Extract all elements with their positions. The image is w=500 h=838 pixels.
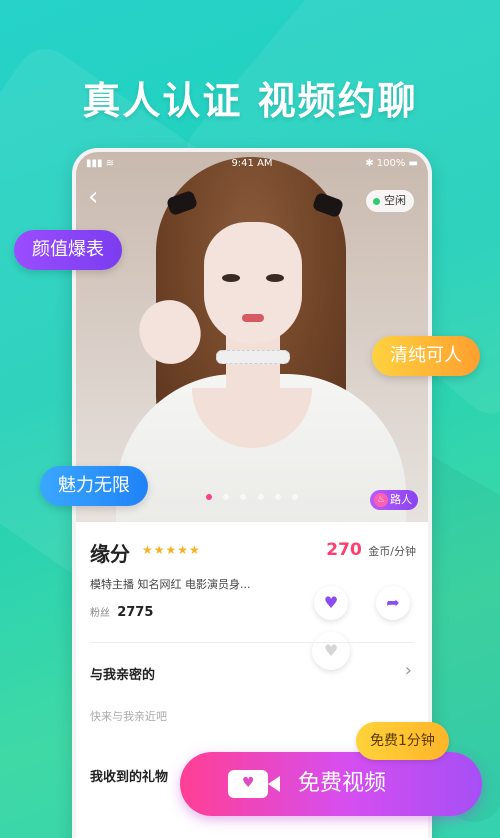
chevron-right-icon[interactable]: › (405, 660, 412, 681)
back-button[interactable]: ‹ (88, 184, 114, 210)
online-dot-icon (373, 198, 380, 205)
heart-icon: ♥ (242, 775, 255, 791)
share-button[interactable]: ➦ (376, 586, 410, 620)
price-unit: 金币/分钟 (368, 545, 416, 558)
status-bar: ▮▮▮ ≋ 9:41 AM ✱ 100% ▬ (86, 158, 418, 172)
status-badge: 空闲 (366, 190, 414, 212)
fans-count: 粉丝 2775 (90, 604, 153, 620)
fans-label: 粉丝 (90, 608, 110, 619)
fans-number: 2775 (117, 605, 154, 620)
profile-name: 缘分 (90, 542, 130, 566)
call-price: 270 金币/分钟 (326, 540, 416, 560)
promo-label: 清纯可人 (372, 336, 480, 376)
promo-label: 魅力无限 (40, 466, 148, 506)
free-video-button[interactable]: ♥ 免费视频 (180, 752, 482, 816)
rating-stars-icon: ★★★★★ (142, 543, 201, 557)
portrait-face (204, 222, 302, 344)
share-arrow-icon: ➦ (386, 593, 400, 612)
carousel-dot[interactable] (291, 494, 298, 500)
profile-tags: 模特主播 知名网红 电影演员身... (90, 578, 251, 591)
portrait-eye (222, 274, 240, 282)
video-camera-icon: ♥ (228, 770, 280, 798)
portrait-choker (216, 350, 290, 364)
free-minute-badge: 免费1分钟 (356, 722, 449, 760)
heart-outline-icon: ♥ (323, 641, 339, 660)
portrait-eye (266, 274, 284, 282)
status-badge-label: 空闲 (384, 194, 406, 207)
user-tag-badge: ♨ 路人 (370, 490, 418, 510)
carousel-dot[interactable] (257, 494, 264, 500)
free-video-label: 免费视频 (298, 771, 387, 796)
divider (90, 642, 414, 643)
intimacy-hint: 快来与我亲近吧 (90, 710, 167, 723)
carousel-dot[interactable] (206, 494, 213, 500)
user-tag-label: 路人 (390, 493, 412, 506)
flame-icon: ♨ (374, 493, 388, 507)
promo-label: 颜值爆表 (14, 230, 122, 270)
intimacy-title[interactable]: 与我亲密的 (90, 664, 155, 683)
carousel-dot[interactable] (274, 494, 281, 500)
portrait-lips (242, 314, 264, 322)
gifts-title: 我收到的礼物 (90, 770, 169, 785)
price-value: 270 (326, 540, 362, 560)
battery-icon: ✱ 100% ▬ (365, 158, 418, 169)
follow-button[interactable]: ♥ (312, 632, 350, 670)
carousel-dot[interactable] (240, 494, 247, 500)
like-button[interactable]: ♥ (314, 586, 348, 620)
heart-icon: ♥ (323, 593, 339, 612)
promo-headline: 真人认证 视频约聊 (82, 79, 418, 123)
carousel-dot[interactable] (223, 494, 230, 500)
chevron-left-icon: ‹ (88, 182, 99, 212)
